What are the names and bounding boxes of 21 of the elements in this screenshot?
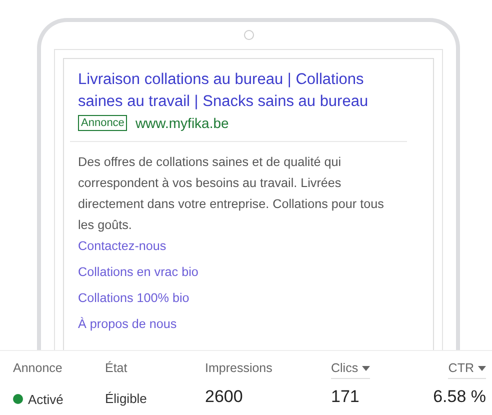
sitelink[interactable]: À propos de nous [78, 314, 399, 335]
sitelink[interactable]: Contactez-nous [78, 236, 399, 257]
table-cell-text: 2600 [205, 386, 244, 407]
table-cell-text: 6.58 % [433, 386, 486, 407]
column-header[interactable]: CTR [448, 361, 486, 379]
camera-icon [244, 30, 254, 40]
sort-caret-icon [362, 366, 370, 370]
ad-url: www.myfika.be [135, 115, 229, 131]
table-cell-text: Éligible [105, 390, 148, 407]
column-header: État [105, 361, 128, 377]
sitelink[interactable]: Collations en vrac bio [78, 262, 399, 283]
column-header: Impressions [205, 361, 272, 377]
ad-description: Des offres de collations saines et de qualité qui correspondent à vos besoins au travail. Livrées directement dans votre entreprise. Collations pour tous les goûts. [78, 154, 385, 234]
column-header: Annonce [13, 361, 62, 377]
ad-headline[interactable]: Livraison collations au bureau | Collations saines au travail | Snacks sains au bureau [78, 69, 399, 113]
sitelink[interactable]: Collations 100% bio [78, 288, 399, 309]
column-header[interactable]: Clics [331, 361, 370, 379]
sort-caret-icon [478, 366, 486, 370]
ad-badge: Annonce [78, 115, 128, 131]
table-cell-text: 171 [331, 386, 360, 407]
status-label: Activé [28, 392, 64, 406]
